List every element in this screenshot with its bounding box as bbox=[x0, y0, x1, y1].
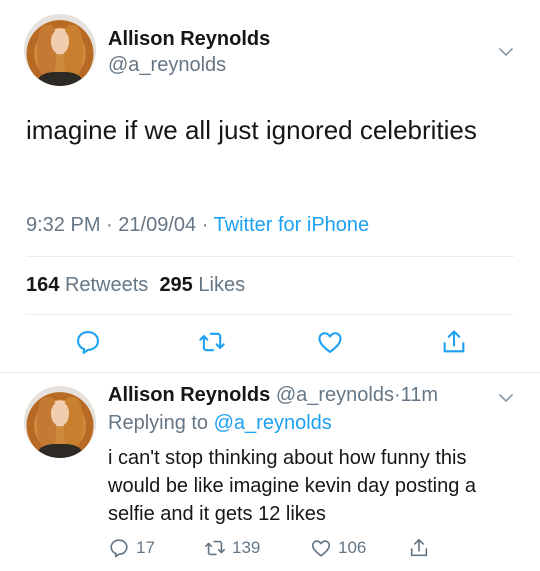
reply-icon bbox=[77, 331, 99, 354]
display-name[interactable]: Allison Reynolds bbox=[108, 28, 270, 51]
retweets-label: Retweets bbox=[64, 274, 149, 296]
reply-retweet-button[interactable]: 139 bbox=[204, 536, 260, 560]
heart-icon bbox=[311, 540, 331, 557]
likes-count: 295 bbox=[159, 274, 193, 296]
avatar-shirt bbox=[38, 443, 82, 458]
tweet-meta: 9:32 PM · 21/09/04 · Twitter for iPhone bbox=[26, 214, 369, 237]
like-count: 106 bbox=[338, 538, 367, 557]
meta-separator: · bbox=[393, 384, 401, 406]
retweet-count: 139 bbox=[232, 538, 261, 557]
avatar-face bbox=[51, 29, 69, 55]
chevron-down-icon[interactable] bbox=[498, 44, 514, 60]
divider bbox=[26, 314, 514, 315]
retweets-stat[interactable]: 164 Retweets bbox=[26, 274, 148, 296]
retweet-icon bbox=[205, 540, 225, 556]
reply-icon bbox=[110, 539, 128, 558]
tweet-date: 21/09/04 bbox=[118, 214, 197, 236]
reply-handle[interactable]: @a_reynolds bbox=[276, 384, 394, 406]
section-divider bbox=[0, 372, 540, 373]
retweet-button[interactable] bbox=[198, 328, 226, 356]
reply-display-name[interactable]: Allison Reynolds bbox=[108, 384, 270, 406]
share-button[interactable] bbox=[440, 328, 468, 356]
likes-stat[interactable]: 295 Likes bbox=[159, 274, 245, 296]
like-button[interactable] bbox=[316, 328, 344, 356]
chevron-down-icon[interactable] bbox=[498, 390, 514, 406]
reply-count: 17 bbox=[136, 538, 155, 557]
share-icon bbox=[410, 538, 428, 557]
reply-header: Allison Reynolds @a_reynolds·11m bbox=[108, 384, 438, 407]
reply-like-button[interactable]: 106 bbox=[310, 536, 366, 560]
reply-share-button[interactable] bbox=[408, 536, 436, 560]
share-icon bbox=[443, 330, 465, 353]
avatar[interactable] bbox=[24, 14, 96, 86]
tweet-stats: 164 Retweets 295 Likes bbox=[26, 274, 245, 297]
retweets-count: 164 bbox=[26, 274, 60, 296]
meta-separator: · bbox=[201, 214, 214, 236]
replying-label: Replying to bbox=[108, 412, 209, 434]
reply-text: i can't stop thinking about how funny th… bbox=[108, 447, 476, 525]
tweet-source[interactable]: Twitter for iPhone bbox=[214, 214, 370, 236]
replying-to: Replying to @a_reynolds bbox=[108, 412, 332, 435]
tweet-text: imagine if we all just ignored celebriti… bbox=[26, 115, 477, 145]
heart-icon bbox=[318, 332, 342, 353]
avatar-face bbox=[51, 401, 69, 427]
reply-avatar[interactable] bbox=[24, 386, 96, 458]
reply-age: 11m bbox=[400, 384, 439, 406]
replying-mention[interactable]: @a_reynolds bbox=[214, 412, 332, 434]
meta-separator: · bbox=[106, 214, 119, 236]
divider bbox=[26, 256, 514, 257]
likes-label: Likes bbox=[198, 274, 246, 296]
avatar-shirt bbox=[38, 71, 82, 86]
reply-button[interactable] bbox=[74, 328, 102, 356]
handle[interactable]: @a_reynolds bbox=[108, 54, 226, 77]
tweet-time: 9:32 PM bbox=[26, 214, 101, 236]
reply-reply-button[interactable]: 17 bbox=[108, 536, 155, 560]
retweet-icon bbox=[199, 332, 225, 352]
